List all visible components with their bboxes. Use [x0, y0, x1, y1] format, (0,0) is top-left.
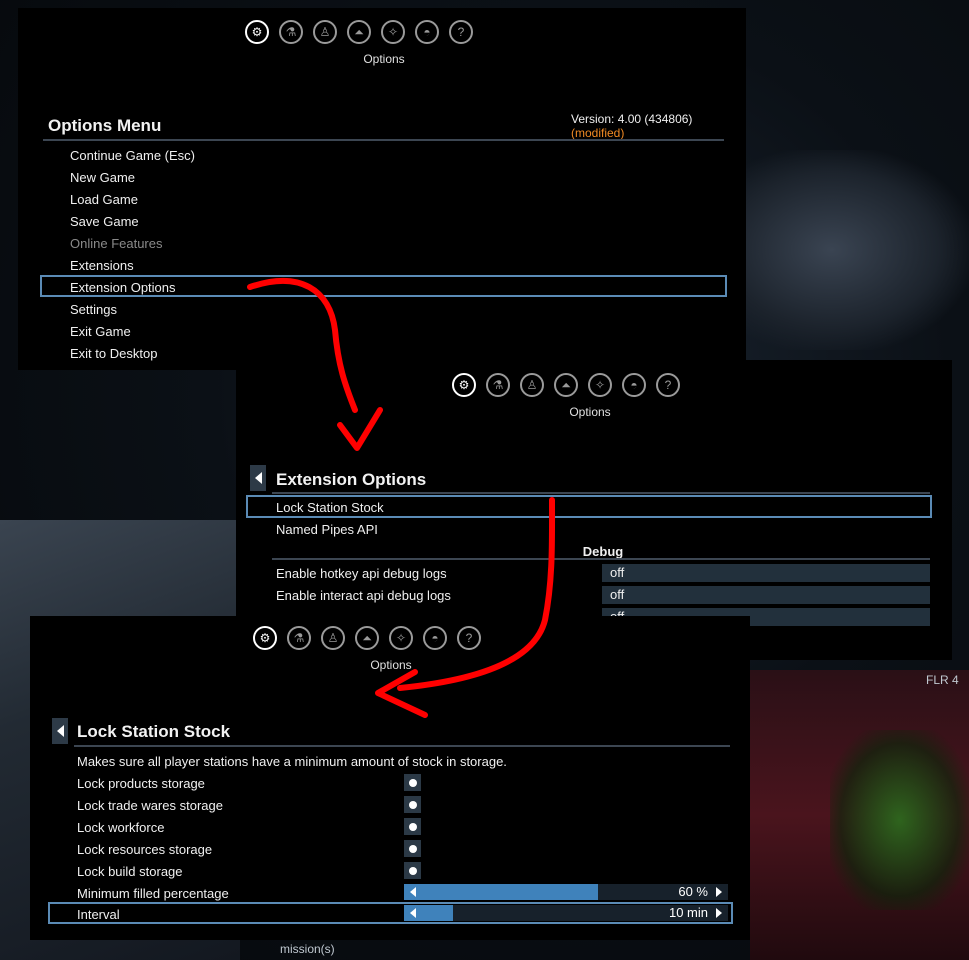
extension-item-named-pipes-api[interactable]: Named Pipes API — [276, 522, 378, 537]
ship-icon[interactable]: ⏶ — [554, 373, 578, 397]
back-button[interactable] — [250, 465, 266, 491]
debug-setting-label: Enable interact api debug logs — [276, 588, 451, 603]
slider-increase-arrow[interactable] — [716, 887, 722, 897]
ship-icon[interactable]: ⏶ — [355, 626, 379, 650]
debug-setting-dropdown[interactable]: off — [602, 564, 930, 582]
slider-value: 10 min — [668, 905, 708, 920]
section-divider — [272, 558, 930, 560]
lock-station-stock-panel: ⚙ ⚗ ♙ ⏶ ✧ ◓ ? Options Lock Station Stock… — [30, 616, 750, 940]
page-title: Extension Options — [276, 470, 427, 489]
extension-item-lock-station-stock[interactable]: Lock Station Stock — [276, 500, 384, 515]
options-menu-panel: ⚙ ⚗ ♙ ⏶ ✧ ◓ ? Options Options Menu Versi… — [18, 8, 746, 370]
star-map-icon[interactable]: ✧ — [389, 626, 413, 650]
menu-item-load-game[interactable]: Load Game — [70, 192, 138, 207]
section-header-debug: Debug — [582, 544, 624, 559]
debug-setting-label: Enable hotkey api debug logs — [276, 566, 447, 581]
version-label: Version: 4.00 (434806) — [571, 112, 693, 126]
menu-item-extension-options[interactable]: Extension Options — [70, 280, 176, 295]
top-icon-bar: ⚙ ⚗ ♙ ⏶ ✧ ◓ ? — [253, 626, 481, 650]
modified-label: (modified) — [571, 126, 625, 140]
back-button[interactable] — [52, 718, 68, 744]
slider-interval[interactable]: 10 min — [404, 905, 728, 921]
title-divider — [43, 139, 724, 141]
toggle-checkbox-build[interactable] — [404, 862, 421, 879]
menu-item-new-game[interactable]: New Game — [70, 170, 135, 185]
top-icon-bar: ⚙ ⚗ ♙ ⏶ ✧ ◓ ? — [245, 20, 473, 44]
menu-item-online-features: Online Features — [70, 236, 163, 251]
slider-value: 60 % — [678, 884, 708, 899]
help-icon[interactable]: ? — [656, 373, 680, 397]
title-divider — [74, 745, 730, 747]
toggle-checkbox-resources[interactable] — [404, 840, 421, 857]
toggle-checkbox-products[interactable] — [404, 774, 421, 791]
star-map-icon[interactable]: ✧ — [381, 20, 405, 44]
toggle-checkbox-workforce[interactable] — [404, 818, 421, 835]
encyclopedia-icon[interactable]: ◓ — [415, 20, 439, 44]
menu-item-save-game[interactable]: Save Game — [70, 214, 139, 229]
encyclopedia-icon[interactable]: ◓ — [622, 373, 646, 397]
flask-icon[interactable]: ⚗ — [287, 626, 311, 650]
hud-mission-label: mission(s) — [280, 942, 335, 956]
tab-caption: Options — [370, 658, 412, 672]
slider-increase-arrow[interactable] — [716, 908, 722, 918]
person-icon[interactable]: ♙ — [313, 20, 337, 44]
gear-icon[interactable]: ⚙ — [245, 20, 269, 44]
slider-decrease-arrow[interactable] — [410, 908, 416, 918]
menu-item-exit-to-desktop[interactable]: Exit to Desktop — [70, 346, 157, 361]
gear-icon[interactable]: ⚙ — [253, 626, 277, 650]
toggle-checkbox-trade-wares[interactable] — [404, 796, 421, 813]
menu-item-settings[interactable]: Settings — [70, 302, 117, 317]
menu-item-exit-game[interactable]: Exit Game — [70, 324, 131, 339]
background-asteroid — [740, 150, 969, 350]
extension-options-panel: ⚙ ⚗ ♙ ⏶ ✧ ◓ ? Options Extension Options … — [236, 360, 952, 660]
slider-decrease-arrow[interactable] — [410, 887, 416, 897]
person-icon[interactable]: ♙ — [321, 626, 345, 650]
person-icon[interactable]: ♙ — [520, 373, 544, 397]
background-hud-overlay — [830, 730, 969, 910]
menu-item-continue-game[interactable]: Continue Game (Esc) — [70, 148, 195, 163]
title-divider — [272, 492, 930, 494]
page-title: Options Menu — [48, 116, 162, 135]
toggle-label-workforce: Lock workforce — [77, 820, 165, 835]
flask-icon[interactable]: ⚗ — [279, 20, 303, 44]
slider-label-interval: Interval — [77, 907, 120, 922]
help-icon[interactable]: ? — [449, 20, 473, 44]
slider-label-min-filled: Minimum filled percentage — [77, 886, 229, 901]
page-title: Lock Station Stock — [77, 722, 231, 741]
toggle-label-products: Lock products storage — [77, 776, 205, 791]
slider-fill — [404, 884, 599, 900]
toggle-label-build: Lock build storage — [77, 864, 183, 879]
encyclopedia-icon[interactable]: ◓ — [423, 626, 447, 650]
flask-icon[interactable]: ⚗ — [486, 373, 510, 397]
debug-setting-dropdown[interactable]: off — [602, 586, 930, 604]
description-text: Makes sure all player stations have a mi… — [77, 754, 507, 769]
star-map-icon[interactable]: ✧ — [588, 373, 612, 397]
help-icon[interactable]: ? — [457, 626, 481, 650]
toggle-label-resources: Lock resources storage — [77, 842, 213, 857]
gear-icon[interactable]: ⚙ — [452, 373, 476, 397]
tab-caption: Options — [363, 52, 405, 66]
top-icon-bar: ⚙ ⚗ ♙ ⏶ ✧ ◓ ? — [452, 373, 680, 397]
hud-floor-label: FLR 4 — [926, 673, 959, 687]
ship-icon[interactable]: ⏶ — [347, 20, 371, 44]
tab-caption: Options — [569, 405, 611, 419]
menu-item-extensions[interactable]: Extensions — [70, 258, 134, 273]
toggle-label-trade-wares: Lock trade wares storage — [77, 798, 223, 813]
slider-min-filled-percentage[interactable]: 60 % — [404, 884, 728, 900]
